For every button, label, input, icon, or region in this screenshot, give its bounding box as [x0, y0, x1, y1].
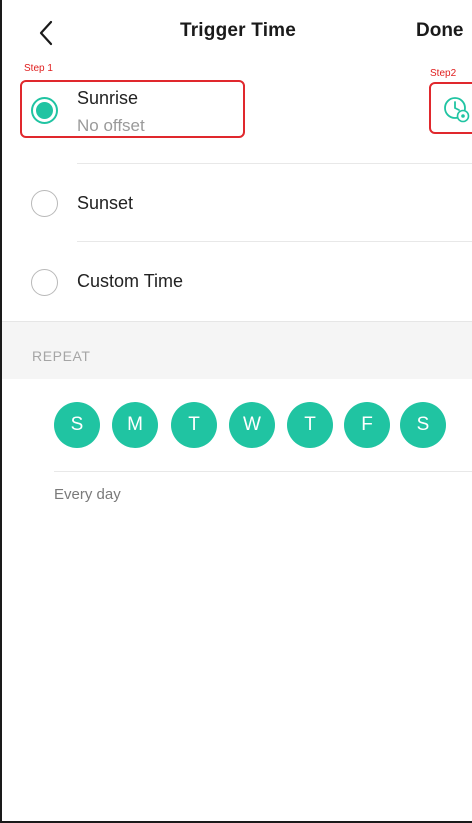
radio-sunset[interactable]	[31, 190, 58, 217]
divider	[54, 471, 472, 472]
day-toggle-friday[interactable]: F	[344, 402, 390, 448]
repeat-summary: Every day	[54, 486, 121, 503]
offset-settings-button[interactable]	[442, 95, 472, 125]
option-label-custom-time: Custom Time	[77, 271, 184, 291]
clock-gear-icon	[444, 97, 470, 123]
radio-sunrise[interactable]	[31, 97, 58, 124]
page-title: Trigger Time	[179, 20, 297, 41]
day-toggle-thursday[interactable]: T	[287, 402, 333, 448]
step1-annotation: Step 1	[24, 63, 53, 74]
day-toggle-saturday[interactable]: S	[400, 402, 446, 448]
radio-custom-time[interactable]	[31, 269, 58, 296]
done-button[interactable]: Done	[416, 20, 464, 42]
option-sunrise[interactable]: Sunrise No offset	[2, 80, 472, 164]
day-toggle-monday[interactable]: M	[112, 402, 158, 448]
option-custom-time[interactable]: Custom Time	[2, 242, 472, 321]
option-sublabel-offset: No offset	[77, 116, 145, 135]
day-toggle-wednesday[interactable]: W	[229, 402, 275, 448]
option-sunset[interactable]: Sunset	[2, 164, 472, 242]
option-label-sunset: Sunset	[77, 193, 134, 213]
day-toggle-sunday[interactable]: S	[54, 402, 100, 448]
navigation-header: Trigger Time Done	[2, 0, 472, 64]
repeat-header: REPEAT	[32, 348, 91, 364]
option-label-sunrise: Sunrise	[77, 88, 139, 108]
day-toggle-tuesday[interactable]: T	[171, 402, 217, 448]
weekday-selector: S M T W T F S	[54, 402, 472, 448]
repeat-section-header: REPEAT	[2, 321, 472, 379]
step2-annotation: Step2	[430, 68, 457, 79]
trigger-time-screen: Trigger Time Done Step 1 Step2 Sunrise N…	[0, 0, 472, 823]
